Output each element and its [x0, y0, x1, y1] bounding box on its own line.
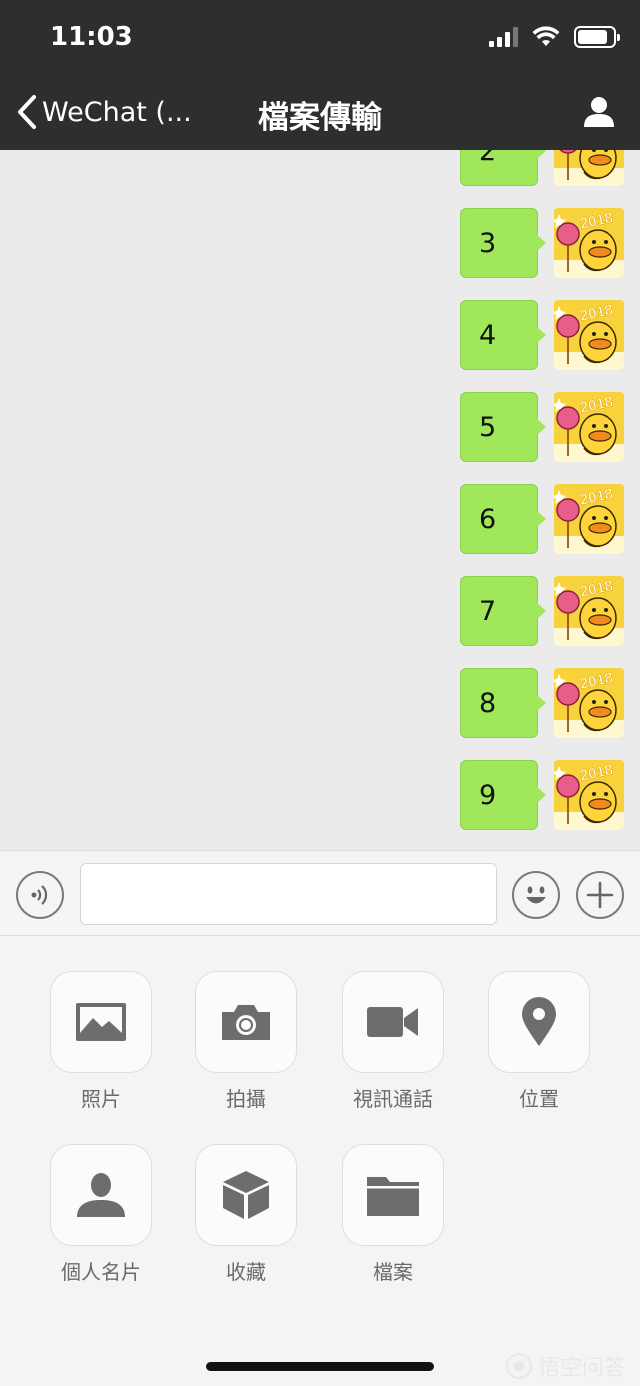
voice-button[interactable]	[16, 871, 64, 919]
avatar[interactable]: 2018	[554, 668, 624, 738]
tool-photo-label: 照片	[81, 1087, 121, 1111]
status-icons	[489, 26, 620, 48]
tool-camera[interactable]: 拍攝	[194, 971, 298, 1112]
status-time: 11:03	[50, 22, 133, 52]
emoji-icon	[526, 886, 546, 904]
watermark-logo-icon: ●	[505, 1353, 532, 1379]
tool-file-label: 檔案	[373, 1260, 413, 1284]
tool-location-label: 位置	[519, 1087, 559, 1111]
tool-video-call-label: 視訊通話	[353, 1087, 433, 1111]
message-row: 5 2018	[460, 392, 624, 462]
message-bubble[interactable]: 2	[460, 150, 546, 186]
message-row: 8 2018	[460, 668, 624, 738]
cellular-signal-icon	[489, 27, 518, 47]
photo-icon	[76, 1003, 126, 1041]
duck-avatar-icon: 2018	[554, 576, 624, 646]
message-row: 4 2018	[460, 300, 624, 370]
chat-message-list[interactable]: 2201832018420185201862018720188201892018	[0, 150, 640, 850]
favorites-icon	[223, 1171, 269, 1219]
duck-avatar-icon: 2018	[554, 150, 624, 186]
message-row: 6 2018	[460, 484, 624, 554]
avatar[interactable]: 2018	[554, 392, 624, 462]
battery-icon	[574, 26, 620, 48]
avatar[interactable]: 2018	[554, 208, 624, 278]
avatar[interactable]: 2018	[554, 300, 624, 370]
chat-info-button[interactable]	[582, 96, 616, 132]
watermark-text: 悟空问答	[537, 1356, 626, 1381]
tool-photo[interactable]: 照片	[49, 971, 153, 1112]
voice-icon	[31, 885, 48, 905]
more-options-button[interactable]	[576, 871, 624, 919]
battery-fill	[578, 30, 607, 44]
folder-icon	[367, 1177, 419, 1216]
input-bar	[0, 850, 640, 936]
tool-file-box	[342, 1144, 444, 1246]
duck-avatar-icon: 2018	[554, 760, 624, 830]
duck-avatar-icon: 2018	[554, 392, 624, 462]
avatar[interactable]: 2018	[554, 576, 624, 646]
tool-favorites-box	[195, 1144, 297, 1246]
tool-camera-label: 拍攝	[226, 1087, 266, 1111]
tool-location[interactable]: 位置	[487, 971, 591, 1112]
message-input[interactable]	[80, 863, 497, 925]
avatar[interactable]: 2018	[554, 760, 624, 830]
watermark: ● 悟空问答	[505, 1350, 626, 1382]
message-bubble[interactable]: 9	[460, 760, 546, 830]
back-button[interactable]: WeChat (...	[16, 94, 192, 130]
tool-contact-card-label: 個人名片	[61, 1260, 141, 1284]
contact-card-icon	[77, 1173, 125, 1217]
message-row: 7 2018	[460, 576, 624, 646]
avatar[interactable]: 2018	[554, 150, 624, 186]
duck-avatar-icon: 2018	[554, 208, 624, 278]
tool-video-call-box	[342, 971, 444, 1073]
message-row: 22018	[460, 150, 624, 186]
message-bubble[interactable]: 5	[460, 392, 546, 462]
tool-file[interactable]: 檔案	[341, 1144, 445, 1285]
location-icon	[522, 997, 556, 1046]
message-bubble[interactable]: 7	[460, 576, 546, 646]
video-call-icon	[367, 1007, 418, 1037]
message-bubble[interactable]: 6	[460, 484, 546, 554]
tool-favorites[interactable]: 收藏	[194, 1144, 298, 1285]
camera-icon	[222, 1005, 270, 1040]
tool-contact-card[interactable]: 個人名片	[49, 1144, 153, 1285]
attachment-panel: 照片 拍攝 視訊通話 位置 個人名片 收藏 檔案	[0, 936, 640, 1386]
message-row: 9 2018	[460, 760, 624, 830]
wifi-icon	[532, 26, 560, 46]
tool-camera-box	[195, 971, 297, 1073]
tool-photo-box	[50, 971, 152, 1073]
message-bubble[interactable]: 4	[460, 300, 546, 370]
duck-avatar-icon: 2018	[554, 300, 624, 370]
home-indicator[interactable]	[206, 1362, 434, 1371]
tool-location-box	[488, 971, 590, 1073]
message-bubble[interactable]: 3	[460, 208, 546, 278]
message-bubble[interactable]: 8	[460, 668, 546, 738]
plus-icon	[586, 881, 614, 909]
duck-avatar-icon: 2018	[554, 484, 624, 554]
top-bar: 11:03 WeChat (... 檔案傳輸	[0, 0, 640, 150]
emoji-button[interactable]	[512, 871, 560, 919]
message-row: 3 2018	[460, 208, 624, 278]
back-label: WeChat (...	[42, 96, 192, 128]
person-icon	[584, 97, 614, 127]
tool-contact-card-box	[50, 1144, 152, 1246]
tool-favorites-label: 收藏	[226, 1260, 266, 1284]
tool-video-call[interactable]: 視訊通話	[341, 971, 445, 1112]
avatar[interactable]: 2018	[554, 484, 624, 554]
chevron-left-icon	[18, 95, 36, 129]
duck-avatar-icon: 2018	[554, 668, 624, 738]
